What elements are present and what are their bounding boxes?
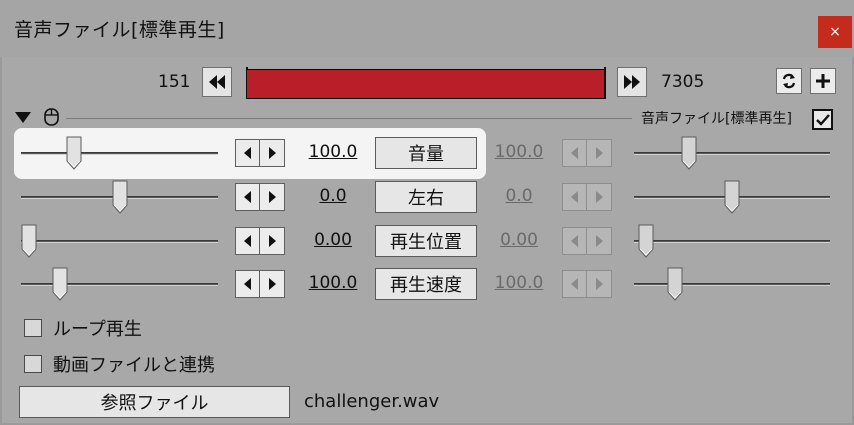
link-video-label: 動画ファイルと連携 (53, 355, 215, 376)
end-slider-thumb[interactable] (667, 267, 683, 301)
end-value[interactable]: 100.0 (481, 273, 557, 293)
end-slider-track[interactable] (634, 240, 830, 243)
link-video-checkbox[interactable] (24, 355, 42, 373)
swap-button[interactable] (776, 68, 802, 94)
arrow-left-icon (243, 235, 251, 247)
collapse-triangle-icon[interactable] (14, 111, 34, 125)
decrement-button[interactable] (562, 183, 587, 211)
close-button[interactable]: × (818, 16, 852, 48)
decrement-button[interactable] (235, 183, 260, 211)
increment-button[interactable] (587, 139, 612, 167)
loop-checkbox[interactable] (24, 319, 42, 337)
group-label: 音声ファイル[標準再生] (641, 111, 792, 127)
start-slider-thumb[interactable] (66, 136, 82, 170)
start-stepper (235, 227, 285, 255)
arrow-left-icon (570, 147, 578, 159)
arrow-left-icon (243, 147, 251, 159)
end-stepper (562, 270, 612, 298)
arrow-right-icon (269, 191, 276, 203)
arrow-right-icon (596, 278, 603, 290)
parameter-name-label: 左右 (408, 188, 444, 209)
arrow-right-icon (596, 191, 603, 203)
end-slider-thumb[interactable] (681, 136, 697, 170)
decrement-button[interactable] (562, 227, 587, 255)
window-title: 音声ファイル[標準再生] (14, 19, 225, 41)
start-slider-track[interactable] (21, 152, 218, 155)
increment-button[interactable] (587, 270, 612, 298)
timeline-end-cap (604, 67, 606, 99)
start-slider-track[interactable] (21, 240, 218, 243)
swap-icon (782, 73, 796, 89)
parameter-name-label: 再生位置 (390, 232, 462, 253)
increment-button[interactable] (587, 183, 612, 211)
arrow-right-icon (596, 147, 603, 159)
parameter-name-button[interactable]: 左右 (375, 181, 477, 213)
start-frame: 151 (158, 72, 191, 92)
mouse-icon (44, 108, 59, 126)
end-frame: 7305 (661, 72, 705, 92)
start-stepper (235, 270, 285, 298)
increment-button[interactable] (587, 227, 612, 255)
start-slider-thumb[interactable] (21, 224, 37, 258)
group-divider (66, 118, 632, 119)
go-end-button[interactable] (617, 67, 647, 97)
increment-button[interactable] (260, 183, 285, 211)
decrement-button[interactable] (235, 139, 260, 167)
increment-button[interactable] (260, 139, 285, 167)
start-value[interactable]: 100.0 (295, 273, 371, 293)
arrow-right-icon (596, 235, 603, 247)
fast-forward-icon (624, 75, 640, 89)
arrow-left-icon (570, 191, 578, 203)
end-value[interactable]: 0.00 (481, 230, 557, 250)
decrement-button[interactable] (562, 139, 587, 167)
arrow-right-icon (269, 278, 276, 290)
end-slider-track[interactable] (634, 283, 830, 286)
end-stepper (562, 227, 612, 255)
parameter-name-button[interactable]: 再生位置 (375, 225, 477, 257)
decrement-button[interactable] (235, 227, 260, 255)
start-value[interactable]: 0.00 (295, 230, 371, 250)
end-value[interactable]: 0.0 (481, 186, 557, 206)
end-value[interactable]: 100.0 (481, 142, 557, 162)
browse-file-button[interactable]: 参照ファイル (19, 386, 290, 418)
rewind-icon (209, 75, 225, 89)
start-value[interactable]: 0.0 (295, 186, 371, 206)
start-stepper (235, 183, 285, 211)
decrement-button[interactable] (235, 270, 260, 298)
arrow-left-icon (570, 235, 578, 247)
arrow-left-icon (570, 278, 578, 290)
add-button[interactable] (810, 68, 836, 94)
check-icon (815, 113, 830, 126)
parameter-name-label: 音量 (408, 144, 444, 165)
start-slider-track[interactable] (21, 283, 218, 286)
start-value[interactable]: 100.0 (295, 142, 371, 162)
parameter-name-button[interactable]: 再生速度 (375, 268, 477, 300)
close-icon: × (829, 24, 841, 40)
plus-icon (816, 74, 830, 88)
arrow-right-icon (269, 235, 276, 247)
loop-label: ループ再生 (53, 319, 142, 340)
decrement-button[interactable] (562, 270, 587, 298)
increment-button[interactable] (260, 227, 285, 255)
parameter-name-button[interactable]: 音量 (375, 137, 477, 169)
start-stepper (235, 139, 285, 167)
end-stepper (562, 139, 612, 167)
end-stepper (562, 183, 612, 211)
end-slider-thumb[interactable] (724, 180, 740, 214)
go-start-button[interactable] (202, 67, 232, 97)
timeline-track[interactable] (247, 69, 606, 99)
title-bar: 音声ファイル[標準再生] × (0, 0, 854, 57)
end-slider-thumb[interactable] (638, 224, 654, 258)
start-slider-thumb[interactable] (112, 180, 128, 214)
end-slider-track[interactable] (634, 152, 830, 155)
increment-button[interactable] (260, 270, 285, 298)
arrow-right-icon (269, 147, 276, 159)
arrow-left-icon (243, 191, 251, 203)
arrow-left-icon (243, 278, 251, 290)
browse-file-label: 参照ファイル (100, 393, 209, 414)
start-slider-thumb[interactable] (52, 267, 68, 301)
group-enable-checkbox[interactable] (812, 109, 833, 130)
file-name: challenger.wav (304, 391, 440, 412)
parameter-name-label: 再生速度 (390, 275, 462, 296)
